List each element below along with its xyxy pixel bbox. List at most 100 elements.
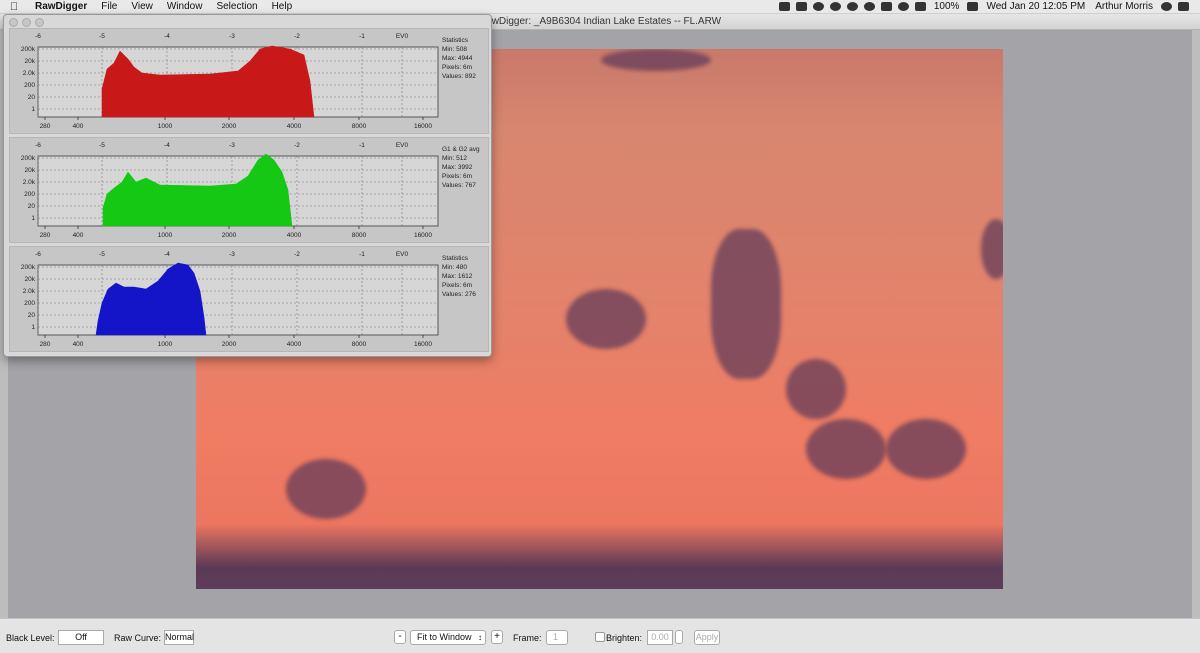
x-tick-label: 400 — [73, 232, 84, 239]
chevron-updown-icon: ↕ — [478, 633, 482, 642]
malwarebytes-icon[interactable] — [880, 2, 892, 11]
raw-curve-field[interactable]: Normal — [164, 630, 194, 645]
menu-selection[interactable]: Selection — [209, 1, 264, 12]
y-tick-label: 2.0k — [23, 179, 36, 186]
dropbox-icon[interactable] — [795, 2, 807, 11]
stats-pixels: Pixels: 6m — [442, 282, 472, 289]
brighten-field[interactable]: 0.00 — [647, 630, 673, 645]
bird-silhouette — [786, 359, 846, 419]
x-tick-label: 2000 — [222, 123, 237, 130]
y-tick-label: 1 — [31, 215, 35, 222]
menu-help[interactable]: Help — [265, 1, 300, 12]
red-statistics: Statistics Min: 508 Max: 4944 Pixels: 6m… — [442, 36, 476, 81]
ev-tick-label: -5 — [99, 142, 105, 149]
blue-histogram-chart: 200k 20k 2.0k 200 20 1 -6 -5 -4 -3 -2 -1 EV0 280 400 10… — [21, 251, 439, 348]
notification-center-icon[interactable] — [1178, 2, 1189, 11]
wifi-icon[interactable] — [914, 2, 926, 11]
ev-tick-label: EV0 — [396, 33, 409, 40]
bird-silhouette — [711, 229, 781, 379]
minimize-button[interactable] — [22, 18, 31, 27]
menu-bar:  RawDigger File View Window Selection H… — [0, 0, 1200, 14]
backup-icon[interactable] — [863, 2, 875, 11]
bird-silhouette — [601, 49, 711, 71]
x-tick-label: 280 — [40, 123, 51, 130]
brighten-checkbox[interactable] — [595, 632, 605, 642]
menu-window[interactable]: Window — [160, 1, 210, 12]
histogram-red: 200k 20k 2.0k 200 20 1 -6 -5 -4 -3 -2 -1 EV0 280 400 10… — [9, 28, 489, 134]
ev-tick-label: -2 — [294, 142, 300, 149]
y-tick-label: 20 — [28, 94, 36, 101]
ccleaner-icon[interactable] — [846, 2, 858, 11]
y-tick-label: 200 — [24, 191, 35, 198]
battery-icon[interactable] — [967, 2, 979, 11]
ev-tick-label: -1 — [359, 251, 365, 258]
skype-icon[interactable] — [829, 2, 841, 11]
ev-tick-label: EV0 — [396, 251, 409, 258]
spotlight-icon[interactable] — [1161, 2, 1172, 11]
histogram-blue: 200k 20k 2.0k 200 20 1 -6 -5 -4 -3 -2 -1 EV0 280 400 10… — [9, 246, 489, 352]
stats-min: Min: 480 — [442, 264, 467, 271]
stats-max: Max: 4944 — [442, 55, 473, 62]
ev-tick-label: -3 — [229, 142, 235, 149]
x-tick-label: 1000 — [158, 341, 173, 348]
stats-pixels: Pixels: 6m — [442, 173, 472, 180]
ev-tick-label: -5 — [99, 33, 105, 40]
creative-cloud-icon[interactable] — [812, 2, 824, 11]
ev-tick-label: EV0 — [396, 142, 409, 149]
x-tick-label: 16000 — [414, 123, 432, 130]
y-tick-label: 200k — [21, 264, 36, 271]
frame-select[interactable]: 1 — [546, 630, 568, 645]
y-tick-label: 1 — [31, 324, 35, 331]
close-button[interactable] — [9, 18, 18, 27]
menu-view[interactable]: View — [124, 1, 160, 12]
x-tick-label: 2000 — [222, 341, 237, 348]
zoom-button[interactable] — [35, 18, 44, 27]
ev-tick-label: -6 — [35, 33, 41, 40]
x-tick-label: 4000 — [287, 123, 302, 130]
black-level-field[interactable]: Off — [58, 630, 104, 645]
ev-tick-label: -6 — [35, 251, 41, 258]
x-tick-label: 8000 — [352, 123, 367, 130]
ev-tick-label: -1 — [359, 33, 365, 40]
battery-percent: 100% — [933, 1, 960, 12]
y-tick-label: 20k — [25, 58, 36, 65]
ev-tick-label: -1 — [359, 142, 365, 149]
sync-icon[interactable] — [897, 2, 909, 11]
red-histogram-chart: 200k 20k 2.0k 200 20 1 -6 -5 -4 -3 -2 -1 EV0 280 400 10… — [21, 33, 439, 130]
ev-tick-label: -5 — [99, 251, 105, 258]
y-tick-label: 1 — [31, 106, 35, 113]
apply-button[interactable]: Apply — [694, 630, 720, 645]
ev-tick-label: -4 — [164, 251, 170, 258]
menu-extras: 100% Wed Jan 20 12:05 PM Arthur Morris — [776, 1, 1200, 12]
zoom-out-button[interactable]: - — [394, 630, 406, 644]
bird-silhouette — [566, 289, 646, 349]
ev-tick-label: -4 — [164, 142, 170, 149]
stats-values: Values: 276 — [442, 291, 476, 298]
x-tick-label: 16000 — [414, 232, 432, 239]
clock[interactable]: Wed Jan 20 12:05 PM — [981, 1, 1090, 12]
camera-icon[interactable] — [778, 2, 790, 11]
user-name[interactable]: Arthur Morris — [1090, 1, 1158, 12]
stats-min: Min: 508 — [442, 46, 467, 53]
zoom-mode-select[interactable]: Fit to Window ↕ — [410, 630, 486, 645]
stats-max: Max: 3992 — [442, 164, 473, 171]
ev-tick-label: -2 — [294, 33, 300, 40]
stats-values: Values: 892 — [442, 73, 476, 80]
bird-silhouette — [981, 219, 1003, 279]
x-tick-label: 4000 — [287, 341, 302, 348]
menu-app-name[interactable]: RawDigger — [28, 1, 94, 12]
x-tick-label: 1000 — [158, 232, 173, 239]
y-tick-label: 200 — [24, 300, 35, 307]
frame-label: Frame: — [513, 633, 542, 643]
menu-file[interactable]: File — [94, 1, 124, 12]
histogram-window[interactable]: 200k 20k 2.0k 200 20 1 -6 -5 -4 -3 -2 -1 EV0 280 400 10… — [3, 14, 492, 357]
apple-menu-icon[interactable]:  — [0, 1, 28, 13]
x-tick-label: 280 — [40, 232, 51, 239]
zoom-in-button[interactable]: + — [491, 630, 503, 644]
ev-tick-label: -6 — [35, 142, 41, 149]
y-tick-label: 2.0k — [23, 288, 36, 295]
ev-tick-label: -3 — [229, 33, 235, 40]
stats-title: G1 & G2 avg — [442, 146, 480, 153]
x-tick-label: 8000 — [352, 232, 367, 239]
brighten-stepper[interactable] — [675, 630, 683, 644]
